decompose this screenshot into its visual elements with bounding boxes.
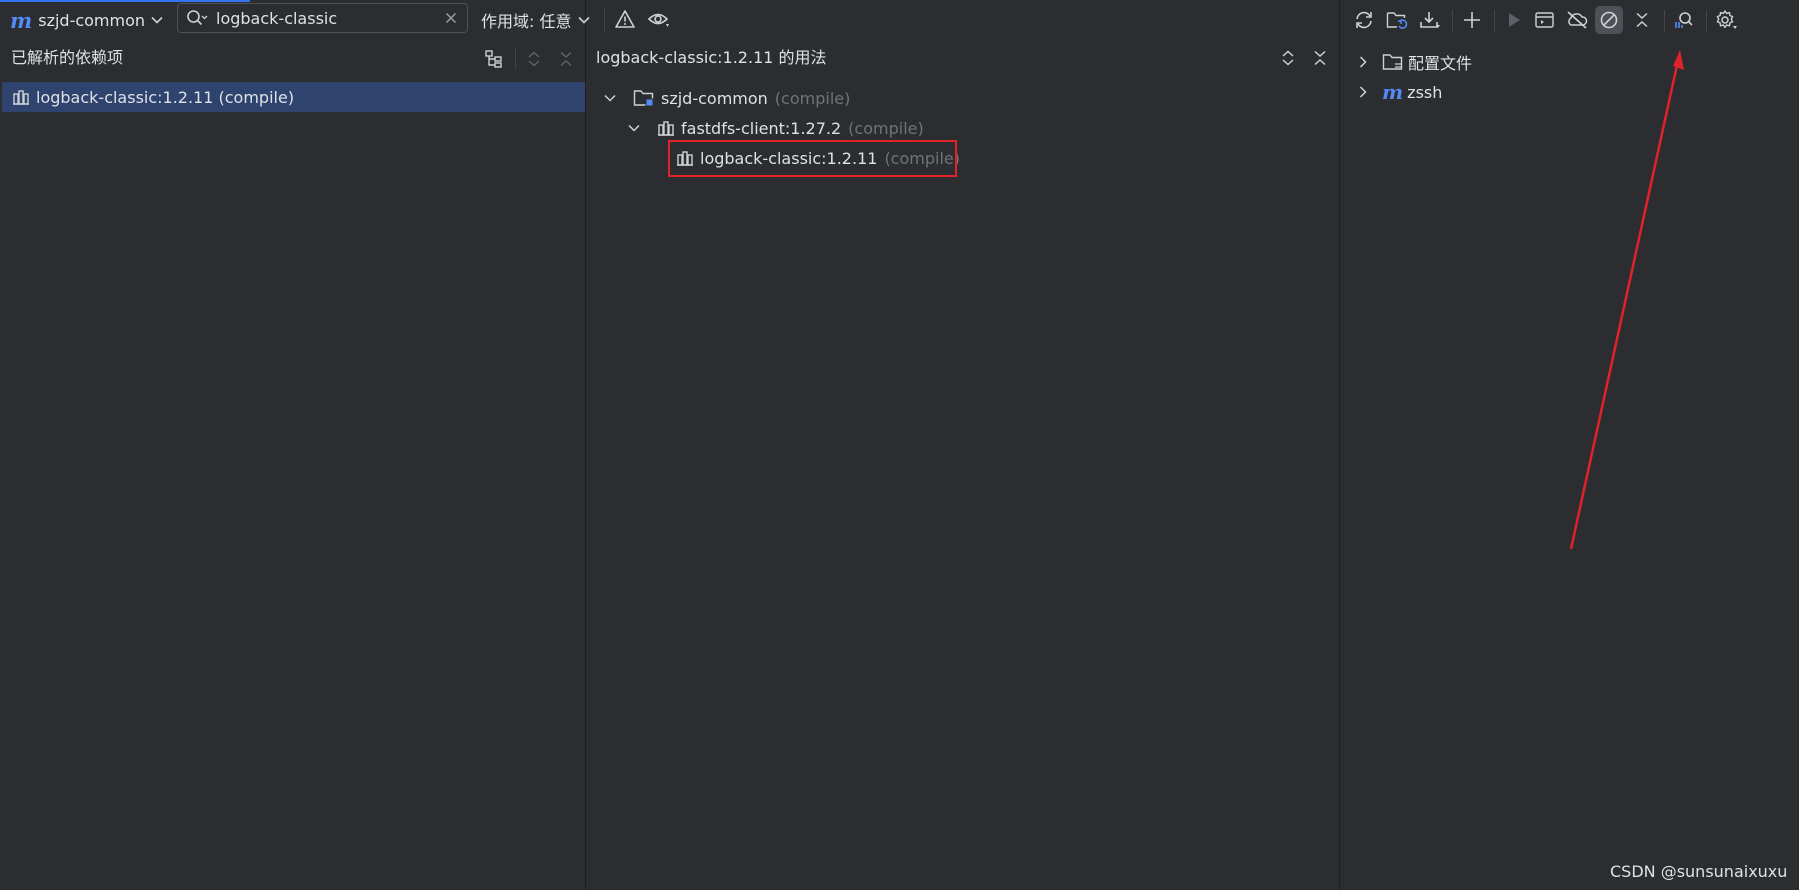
collapse-all-icon[interactable] (1628, 6, 1656, 34)
chevron-right-icon[interactable] (1358, 55, 1374, 69)
annotation-arrow (1569, 50, 1684, 550)
active-tab-indicator (0, 0, 250, 2)
close-icon[interactable] (445, 12, 457, 24)
generate-sources-icon[interactable] (1383, 6, 1411, 34)
tree-node-label: szjd-common (661, 88, 768, 108)
skip-tests-icon[interactable] (1595, 6, 1623, 34)
chevron-down-icon (578, 16, 591, 24)
folder-icon (1382, 52, 1404, 72)
tree-node-scope: (compile) (774, 88, 851, 108)
highlight-box (668, 140, 957, 177)
toolbar-separator (1706, 10, 1707, 32)
warning-icon[interactable] (611, 5, 639, 33)
collapse-all-icon[interactable] (1306, 44, 1334, 72)
chevron-down-icon[interactable] (627, 123, 643, 133)
chevron-right-icon[interactable] (1358, 85, 1374, 99)
library-icon (657, 120, 675, 136)
tree-node-project[interactable]: szjd-common (compile) (603, 83, 850, 113)
panel-divider-left[interactable] (585, 0, 586, 890)
maven-project-node[interactable]: m zssh (1358, 77, 1442, 107)
toolbar-separator (1664, 10, 1665, 32)
analyze-dependencies-icon[interactable] (1670, 6, 1698, 34)
search-icon[interactable] (186, 9, 208, 27)
maven-profiles-node[interactable]: 配置文件 (1358, 47, 1472, 77)
download-icon[interactable] (1416, 6, 1444, 34)
run-icon[interactable] (1500, 6, 1528, 34)
maven-m-icon: m (10, 7, 33, 33)
panel-title: 已解析的依赖项 (11, 48, 124, 67)
expand-all-icon[interactable] (1274, 44, 1302, 72)
expand-all-icon[interactable] (520, 45, 548, 73)
watermark: CSDN @sunsunaixuxu (1610, 862, 1788, 881)
tree-node-scope: (compile) (848, 118, 924, 138)
scope-label: 作用域: 任意 (481, 12, 572, 31)
chevron-down-icon[interactable] (603, 93, 619, 103)
list-item[interactable]: logback-classic:1.2.11 (compile) (2, 82, 585, 112)
reload-icon[interactable] (1350, 6, 1378, 34)
eye-icon[interactable] (645, 5, 673, 33)
settings-icon[interactable] (1712, 6, 1740, 34)
scope-dropdown[interactable]: 作用域: 任意 (481, 6, 591, 34)
maven-module-icon: m (1382, 80, 1404, 104)
toolbar-separator (515, 49, 516, 69)
panel-divider-right[interactable] (1339, 0, 1340, 890)
project-name: szjd-common (38, 10, 146, 30)
toolbar-separator (1494, 10, 1495, 32)
tree-node-label: 配置文件 (1408, 54, 1473, 73)
library-icon (12, 89, 30, 105)
module-folder-icon (633, 88, 655, 108)
tree-view-icon[interactable] (480, 45, 508, 73)
project-selector[interactable]: m szjd-common (10, 6, 163, 34)
execute-goal-icon[interactable] (1531, 6, 1559, 34)
offline-mode-icon[interactable] (1563, 6, 1591, 34)
list-item-label: logback-classic:1.2.11 (compile) (36, 87, 295, 107)
tree-node-dependency[interactable]: fastdfs-client:1.27.2 (compile) (627, 113, 924, 143)
chevron-down-icon (151, 16, 163, 24)
usage-title: logback-classic:1.2.11 的用法 (596, 48, 827, 67)
toolbar-separator (604, 8, 605, 32)
tree-node-label: fastdfs-client:1.27.2 (681, 118, 842, 138)
search-field[interactable]: logback-classic (177, 3, 468, 33)
collapse-all-icon[interactable] (552, 45, 580, 73)
tree-node-label: zssh (1407, 82, 1443, 102)
toolbar-separator (1452, 10, 1453, 32)
add-icon[interactable] (1458, 6, 1486, 34)
search-input[interactable]: logback-classic (216, 9, 445, 28)
